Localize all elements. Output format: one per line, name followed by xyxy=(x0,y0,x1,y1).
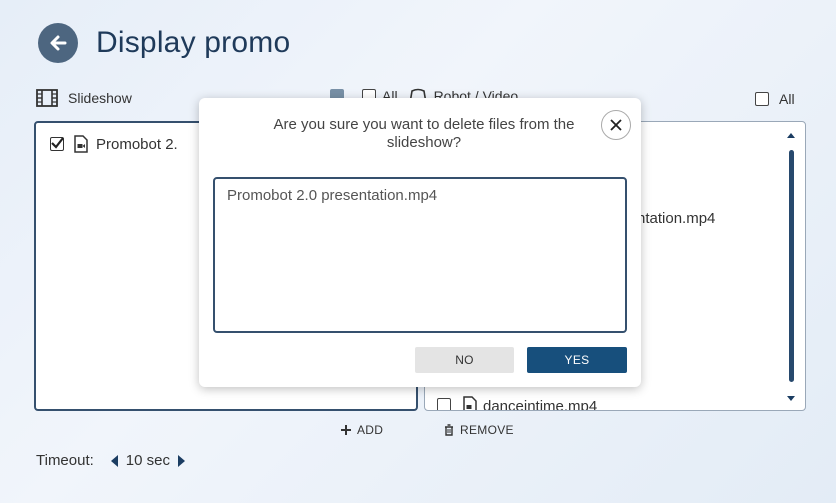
back-button[interactable] xyxy=(38,23,78,63)
scroll-down-icon[interactable] xyxy=(787,396,795,402)
timeout-label: Timeout: xyxy=(36,452,94,469)
robot-video-all-label: All xyxy=(779,91,795,107)
plus-icon xyxy=(341,425,351,435)
add-label: ADD xyxy=(357,423,384,437)
timeout-control: Timeout: 10 sec xyxy=(36,452,186,469)
no-button[interactable]: NO xyxy=(415,347,514,373)
close-icon xyxy=(610,119,622,131)
delete-confirm-dialog: Are you sure you want to delete files fr… xyxy=(199,98,641,387)
robot-video-all-control: All xyxy=(755,91,795,107)
list-item[interactable]: danceintime.mp4 xyxy=(437,396,597,410)
dialog-file-item: Promobot 2.0 presentation.mp4 xyxy=(227,187,438,204)
scrollbar[interactable] xyxy=(787,132,795,402)
add-button[interactable]: ADD xyxy=(341,423,383,437)
slideshow-title: Slideshow xyxy=(68,90,132,106)
list-item[interactable]: Promobot 2. xyxy=(50,135,178,153)
file-name: ntation.mp4 xyxy=(637,210,716,227)
scroll-thumb[interactable] xyxy=(789,150,794,382)
yes-button[interactable]: YES xyxy=(527,347,627,373)
film-icon xyxy=(36,89,58,107)
list-item[interactable]: ntation.mp4 xyxy=(637,210,715,227)
file-name: Promobot 2. xyxy=(96,135,178,153)
item-checkbox[interactable] xyxy=(50,137,64,151)
scroll-up-icon[interactable] xyxy=(787,132,795,138)
slideshow-header: Slideshow xyxy=(36,89,132,107)
close-button[interactable] xyxy=(601,110,631,140)
header: Display promo xyxy=(38,23,290,63)
check-icon xyxy=(51,137,64,149)
file-name: danceintime.mp4 xyxy=(483,398,598,410)
robot-video-all-checkbox[interactable] xyxy=(755,92,769,106)
decrease-icon[interactable] xyxy=(110,454,118,467)
video-file-icon xyxy=(463,396,477,410)
remove-label: REMOVE xyxy=(460,423,514,437)
trash-icon xyxy=(445,424,453,436)
remove-button[interactable]: REMOVE xyxy=(444,423,514,437)
page-title: Display promo xyxy=(96,26,291,59)
timeout-value: 10 sec xyxy=(125,452,170,469)
increase-icon[interactable] xyxy=(178,454,186,467)
dialog-message: Are you sure you want to delete files fr… xyxy=(273,116,575,151)
dialog-file-list: Promobot 2.0 presentation.mp4 xyxy=(213,177,627,333)
video-file-icon xyxy=(74,135,88,153)
item-checkbox[interactable] xyxy=(437,398,451,410)
arrow-left-icon xyxy=(50,35,67,51)
